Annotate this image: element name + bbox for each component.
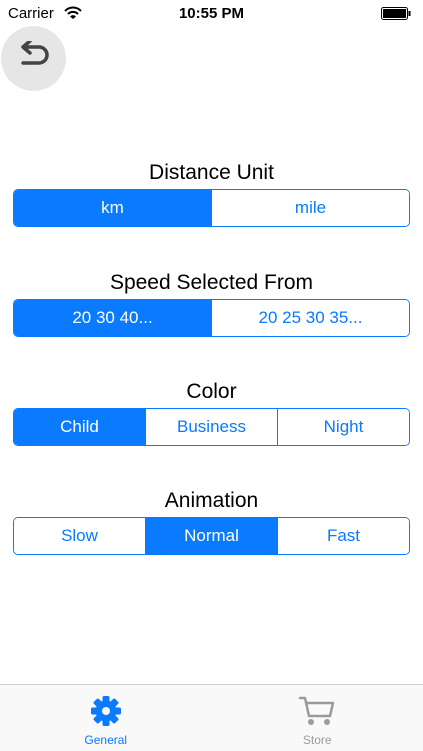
segment-km[interactable]: km bbox=[14, 190, 211, 226]
color-section: Color Child Business Night bbox=[13, 380, 410, 446]
cart-icon bbox=[298, 695, 336, 732]
animation-segmented-control: Slow Normal Fast bbox=[13, 517, 410, 555]
speed-selected-from-title: Speed Selected From bbox=[13, 271, 410, 295]
animation-section: Animation Slow Normal Fast bbox=[13, 489, 410, 555]
tab-general[interactable]: General bbox=[0, 685, 212, 751]
segment-speed-10-step[interactable]: 20 30 40... bbox=[14, 300, 211, 336]
segment-normal[interactable]: Normal bbox=[145, 518, 277, 554]
segment-business[interactable]: Business bbox=[145, 409, 277, 445]
undo-arrow-icon bbox=[17, 41, 51, 76]
distance-unit-segmented-control: km mile bbox=[13, 189, 410, 227]
tab-general-label: General bbox=[0, 733, 212, 747]
gear-icon bbox=[90, 695, 122, 732]
segment-slow[interactable]: Slow bbox=[14, 518, 145, 554]
status-time: 10:55 PM bbox=[0, 5, 423, 22]
tab-store[interactable]: Store bbox=[212, 685, 423, 751]
color-segmented-control: Child Business Night bbox=[13, 408, 410, 446]
animation-title: Animation bbox=[13, 489, 410, 513]
segment-speed-5-step[interactable]: 20 25 30 35... bbox=[211, 300, 409, 336]
segment-child[interactable]: Child bbox=[14, 409, 145, 445]
speed-segmented-control: 20 30 40... 20 25 30 35... bbox=[13, 299, 410, 337]
tab-store-label: Store bbox=[212, 733, 423, 747]
segment-mile[interactable]: mile bbox=[211, 190, 409, 226]
battery-icon bbox=[381, 7, 411, 20]
speed-selected-from-section: Speed Selected From 20 30 40... 20 25 30… bbox=[13, 271, 410, 337]
segment-fast[interactable]: Fast bbox=[277, 518, 409, 554]
color-title: Color bbox=[13, 380, 410, 404]
distance-unit-section: Distance Unit km mile bbox=[13, 161, 410, 227]
distance-unit-title: Distance Unit bbox=[13, 161, 410, 185]
segment-night[interactable]: Night bbox=[277, 409, 409, 445]
back-button[interactable] bbox=[1, 26, 66, 91]
tab-bar: General Store bbox=[0, 684, 423, 751]
status-bar: Carrier 10:55 PM bbox=[0, 0, 423, 28]
